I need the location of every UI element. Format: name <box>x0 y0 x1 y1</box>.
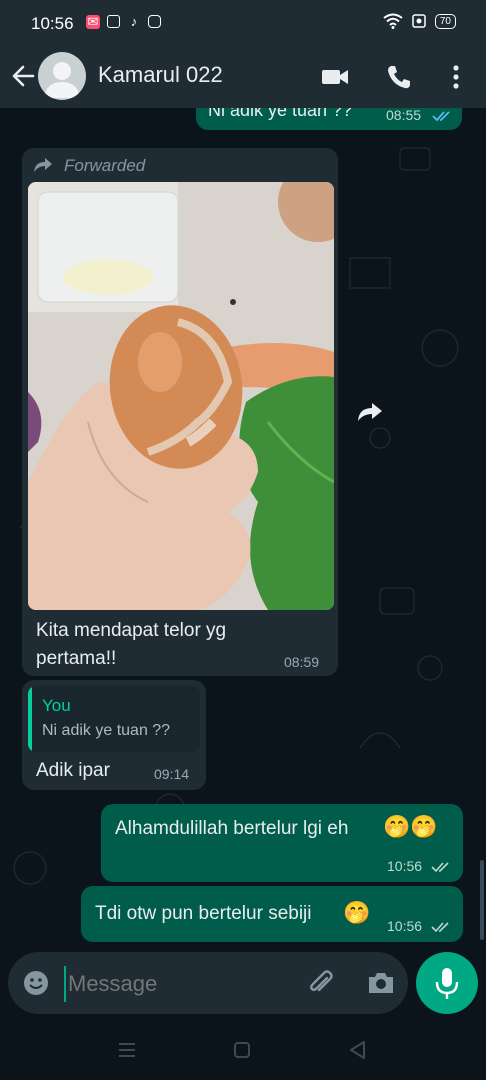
back-arrow-icon[interactable] <box>10 60 36 92</box>
quote-accent-bar <box>28 686 32 752</box>
default-avatar-icon <box>44 62 80 98</box>
attach-icon[interactable] <box>306 968 336 998</box>
instagram-icon <box>148 15 161 28</box>
message-text: Adik ipar <box>36 760 110 781</box>
voice-record-button[interactable] <box>416 952 478 1014</box>
status-bar: 10:56 ✉ ♪ 70 <box>0 0 486 46</box>
message-emoji: 🤭 <box>343 900 371 925</box>
screen-record-icon <box>412 14 426 28</box>
wifi-icon <box>383 13 403 29</box>
camera-icon[interactable] <box>366 968 396 998</box>
message-text: Alhamdulillah bertelur lgi eh <box>115 818 349 839</box>
voice-call-icon[interactable] <box>384 62 414 92</box>
quoted-message[interactable]: You Ni adik ye tuan ?? <box>28 686 200 752</box>
message-composer <box>8 952 408 1014</box>
message-outgoing-m3[interactable]: Alhamdulillah bertelur lgi eh 🤭🤭 10:56 <box>101 804 463 882</box>
photo-caption-line2: pertama!! <box>36 648 117 669</box>
forwarded-icon <box>34 158 52 172</box>
back-nav-icon[interactable] <box>348 1040 368 1060</box>
message-emoji: 🤭🤭 <box>383 814 438 839</box>
message-input[interactable] <box>64 966 300 1002</box>
message-outgoing-m0[interactable]: Ni adik ye tuan ?? 08:55 <box>196 108 462 130</box>
message-text: Ni adik ye tuan ?? <box>208 108 353 120</box>
forward-shortcut-icon[interactable] <box>356 400 384 424</box>
quote-author: You <box>42 696 71 715</box>
photo-caption-line1: Kita mendapat telor yg <box>36 620 227 641</box>
status-time: 10:56 <box>31 14 74 33</box>
delivered-ticks-icon <box>431 862 449 873</box>
message-time: 10:56 <box>387 858 423 874</box>
shop-icon <box>107 15 120 28</box>
video-call-icon[interactable] <box>320 62 350 92</box>
microphone-icon <box>435 968 459 999</box>
notification-icon: ✉ <box>86 14 100 29</box>
message-time: 10:56 <box>387 918 423 934</box>
photo-egg-in-hand <box>28 182 334 610</box>
message-time: 08:55 <box>386 108 422 123</box>
message-incoming-m1[interactable]: Forwarded Kita mendapat telor yg pertama… <box>22 148 338 676</box>
status-right: 70 <box>383 13 456 29</box>
avatar[interactable] <box>38 52 86 100</box>
battery-indicator: 70 <box>434 13 456 29</box>
message-text: Tdi otw pun bertelur sebiji <box>95 903 312 924</box>
forwarded-label: Forwarded <box>64 156 146 175</box>
message-incoming-m2[interactable]: You Ni adik ye tuan ?? Adik ipar 09:14 <box>22 680 206 790</box>
message-photo[interactable] <box>28 182 334 610</box>
quote-text: Ni adik ye tuan ?? <box>42 722 171 739</box>
status-app-icons: ✉ ♪ <box>86 15 161 29</box>
read-ticks-icon <box>432 111 450 122</box>
emoji-icon[interactable] <box>22 969 50 997</box>
system-nav-bar <box>0 1022 486 1080</box>
menu-nav-icon[interactable] <box>117 1042 137 1058</box>
contact-name[interactable]: Kamarul 022 <box>98 62 223 88</box>
chat-area[interactable]: Ni adik ye tuan ?? 08:55 Forwarded Kita … <box>0 108 486 950</box>
message-time: 09:14 <box>154 766 190 782</box>
chat-scrollbar[interactable] <box>480 860 484 940</box>
home-nav-icon[interactable] <box>233 1041 251 1059</box>
delivered-ticks-icon <box>431 922 449 933</box>
more-options-icon[interactable] <box>441 62 471 92</box>
message-time: 08:59 <box>284 654 320 670</box>
tiktok-icon: ♪ <box>130 14 138 29</box>
chat-header: Kamarul 022 <box>0 46 486 108</box>
message-outgoing-m4[interactable]: Tdi otw pun bertelur sebiji 🤭 10:56 <box>81 886 463 942</box>
